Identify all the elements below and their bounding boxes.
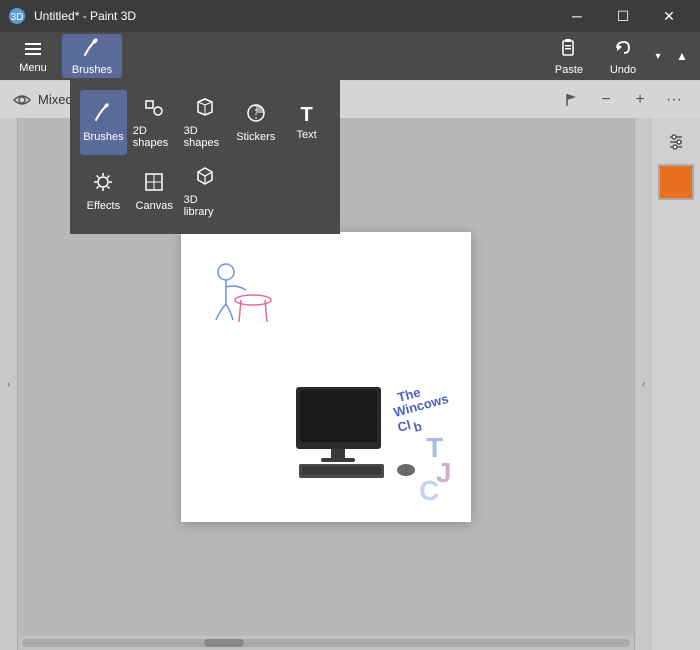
adjust-icon bbox=[666, 132, 686, 152]
paste-button[interactable]: Paste bbox=[544, 34, 594, 78]
left-collapse-icon: › bbox=[7, 379, 10, 390]
canvas-label: Canvas bbox=[136, 200, 173, 212]
paste-label: Paste bbox=[555, 64, 583, 76]
canvas-icon bbox=[143, 171, 165, 196]
paint3d-icon: 3D bbox=[8, 7, 26, 25]
canvas-header-controls: − + ··· bbox=[558, 86, 688, 114]
minus-icon: − bbox=[601, 91, 610, 109]
more-icon: ··· bbox=[666, 91, 682, 109]
effects-label: Effects bbox=[87, 200, 120, 212]
brushes-icon bbox=[81, 37, 103, 62]
plus-icon: + bbox=[635, 91, 644, 109]
svg-text:3D: 3D bbox=[11, 12, 24, 23]
minimize-button[interactable]: ─ bbox=[554, 0, 600, 32]
dropdown-item-canvas[interactable]: Canvas bbox=[131, 159, 178, 224]
dropdown-item-3dlibrary[interactable]: 3D library bbox=[182, 159, 229, 224]
paste-icon bbox=[558, 37, 580, 62]
right-collapse-icon: ‹ bbox=[642, 379, 645, 390]
zoom-out-button[interactable]: − bbox=[592, 86, 620, 114]
svg-text:b: b bbox=[412, 418, 424, 435]
undo-button[interactable]: Undo bbox=[598, 34, 648, 78]
adjust-button[interactable] bbox=[658, 124, 694, 160]
bottom-scrollbar[interactable] bbox=[18, 636, 634, 650]
3dlibrary-icon bbox=[194, 165, 216, 190]
brushes-label: Brushes bbox=[72, 64, 112, 76]
close-button[interactable]: ✕ bbox=[646, 0, 692, 32]
color-swatch[interactable] bbox=[658, 164, 694, 200]
dropdown-item-text[interactable]: T Text bbox=[283, 90, 330, 155]
more-options-button[interactable]: ··· bbox=[660, 86, 688, 114]
text-label: Text bbox=[296, 129, 316, 141]
flag-icon bbox=[564, 92, 580, 108]
mixed-reality-icon bbox=[12, 90, 32, 110]
canvas-art: The Wincows Cl b T J C bbox=[181, 232, 471, 522]
left-panel-collapse[interactable]: › bbox=[0, 118, 18, 650]
scroll-track bbox=[22, 639, 630, 647]
scroll-thumb[interactable] bbox=[204, 639, 244, 647]
right-panel-collapse[interactable]: ‹ bbox=[634, 118, 652, 650]
right-panel bbox=[652, 118, 700, 650]
maximize-button[interactable]: ☐ bbox=[600, 0, 646, 32]
brushes-dropdown-icon bbox=[92, 102, 114, 127]
stickers-label: Stickers bbox=[236, 131, 275, 143]
svg-text:Cl: Cl bbox=[396, 417, 412, 435]
menu-icon bbox=[22, 38, 44, 60]
2dshapes-label: 2D shapes bbox=[133, 125, 176, 149]
undo-group: Undo ▾ bbox=[598, 34, 668, 78]
text-icon: T bbox=[300, 105, 312, 125]
brushes-dropdown-label: Brushes bbox=[83, 131, 123, 143]
stickers-icon bbox=[245, 102, 267, 127]
dropdown-item-effects[interactable]: Effects bbox=[80, 159, 127, 224]
effects-icon bbox=[92, 171, 114, 196]
title-bar-controls: ─ ☐ ✕ bbox=[554, 0, 692, 32]
toolbar-right: Paste Undo ▾ ▲ bbox=[544, 34, 692, 78]
drawing-canvas: The Wincows Cl b T J C bbox=[181, 232, 471, 522]
menu-button[interactable]: Menu bbox=[8, 34, 58, 78]
title-bar-left: 3D Untitled* - Paint 3D bbox=[8, 7, 136, 25]
zoom-in-button[interactable]: + bbox=[626, 86, 654, 114]
3dshapes-icon bbox=[194, 96, 216, 121]
dropdown-item-3dshapes[interactable]: 3D shapes bbox=[182, 90, 229, 155]
undo-icon bbox=[612, 37, 634, 62]
dropdown-item-brushes[interactable]: Brushes bbox=[80, 90, 127, 155]
title-bar: 3D Untitled* - Paint 3D ─ ☐ ✕ bbox=[0, 0, 700, 32]
flag-button[interactable] bbox=[558, 86, 586, 114]
toolbar-expand-button[interactable]: ▲ bbox=[672, 34, 692, 78]
svg-text:C: C bbox=[419, 475, 439, 506]
undo-chevron-button[interactable]: ▾ bbox=[648, 34, 668, 78]
menu-label: Menu bbox=[19, 62, 47, 74]
window-title: Untitled* - Paint 3D bbox=[34, 9, 136, 23]
3dlibrary-label: 3D library bbox=[184, 194, 227, 218]
dropdown-panel: Brushes 2D shapes 3D shapes bbox=[70, 80, 340, 234]
3dshapes-label: 3D shapes bbox=[184, 125, 227, 149]
brushes-button[interactable]: Brushes bbox=[62, 34, 122, 78]
undo-label: Undo bbox=[610, 64, 636, 76]
2dshapes-icon bbox=[143, 96, 165, 121]
dropdown-item-stickers[interactable]: Stickers bbox=[232, 90, 279, 155]
toolbar-row: Menu Brushes Paste bbox=[0, 32, 700, 80]
dropdown-item-2dshapes[interactable]: 2D shapes bbox=[131, 90, 178, 155]
